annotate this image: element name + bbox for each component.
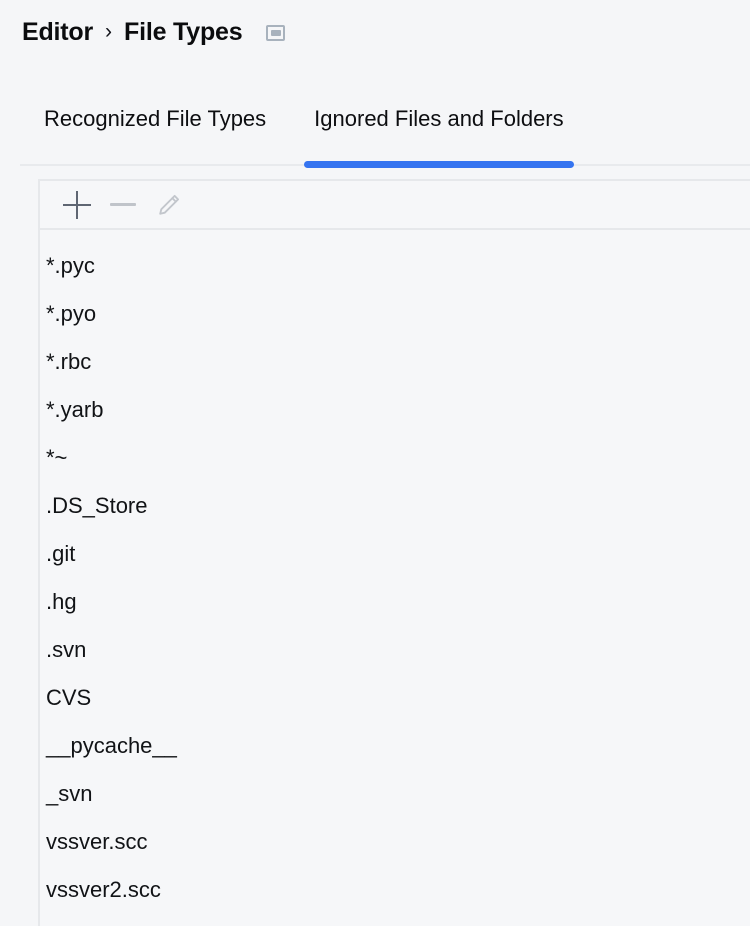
plus-icon xyxy=(63,190,91,219)
settings-page: Editor › File Types Recognized File Type… xyxy=(0,0,750,926)
list-item[interactable]: vssver.scc xyxy=(40,818,750,866)
tab-ignored-files-and-folders[interactable]: Ignored Files and Folders xyxy=(290,96,587,168)
tab-label: Ignored Files and Folders xyxy=(314,106,564,131)
ignored-files-list[interactable]: *.pyc *.pyo *.rbc *.yarb *~ .DS_Store .g… xyxy=(40,230,750,914)
list-item[interactable]: *.rbc xyxy=(40,338,750,386)
add-button[interactable] xyxy=(54,185,100,225)
list-item[interactable]: *.pyo xyxy=(40,290,750,338)
list-item[interactable]: .svn xyxy=(40,626,750,674)
ignored-files-panel: *.pyc *.pyo *.rbc *.yarb *~ .DS_Store .g… xyxy=(38,179,750,926)
tab-active-indicator xyxy=(304,161,574,168)
tab-label: Recognized File Types xyxy=(44,106,267,131)
list-item[interactable]: _svn xyxy=(40,770,750,818)
list-item[interactable]: __pycache__ xyxy=(40,722,750,770)
list-item[interactable]: .git xyxy=(40,530,750,578)
breadcrumb: Editor › File Types xyxy=(22,14,286,50)
list-item[interactable]: *.yarb xyxy=(40,386,750,434)
list-item[interactable]: *~ xyxy=(40,434,750,482)
page-title: File Types xyxy=(124,17,243,46)
minus-icon xyxy=(110,203,136,206)
edit-button[interactable] xyxy=(146,185,192,225)
list-item[interactable]: .hg xyxy=(40,578,750,626)
pencil-icon xyxy=(156,192,182,218)
list-toolbar xyxy=(40,181,750,230)
list-item[interactable]: CVS xyxy=(40,674,750,722)
panel-layout-icon[interactable] xyxy=(266,25,286,41)
remove-button[interactable] xyxy=(100,185,146,225)
chevron-right-icon: › xyxy=(105,19,113,43)
list-item[interactable]: vssver2.scc xyxy=(40,866,750,914)
tab-bar: Recognized File Types Ignored Files and … xyxy=(20,96,750,168)
tab-recognized-file-types[interactable]: Recognized File Types xyxy=(20,96,290,164)
list-item[interactable]: .DS_Store xyxy=(40,482,750,530)
breadcrumb-root[interactable]: Editor xyxy=(22,18,93,47)
list-item[interactable]: *.pyc xyxy=(40,242,750,290)
